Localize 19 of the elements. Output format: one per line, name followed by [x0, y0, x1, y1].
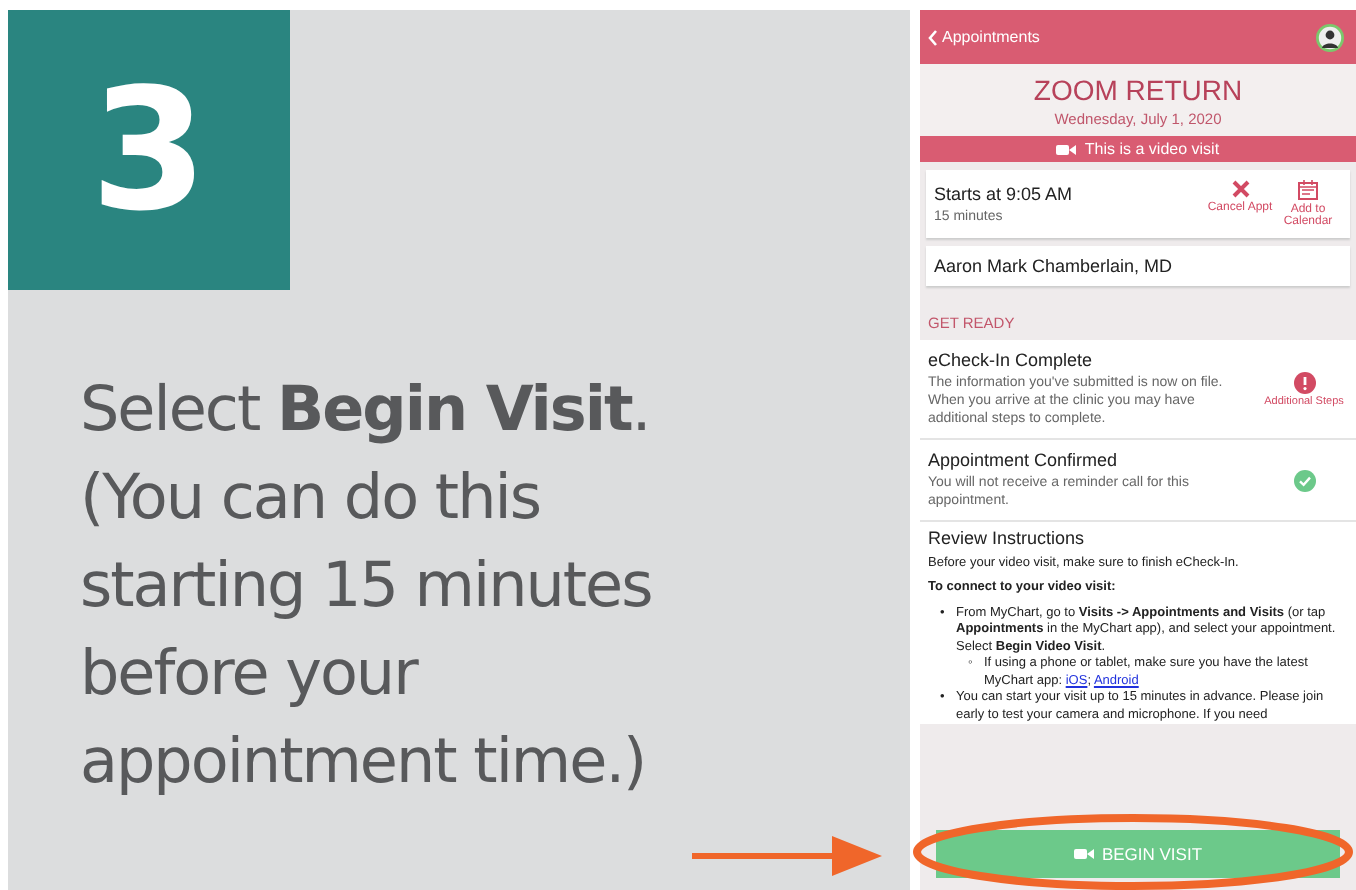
step-number: 3: [8, 10, 290, 290]
chevron-left-icon: [928, 29, 938, 45]
start-time: Starts at 9:05 AM: [934, 183, 1073, 203]
video-camera-icon: [1056, 143, 1077, 155]
task-title: eCheck-In Complete: [928, 350, 1095, 370]
avatar-icon[interactable]: [1316, 23, 1344, 51]
back-link[interactable]: Appointments: [928, 28, 1040, 46]
instructions-title: Review Instructions: [928, 530, 1087, 547]
video-camera-icon: [1073, 848, 1094, 860]
instruction-text: Select Begin Visit. (You can do this starting 15 minutes before your appointment time.): [80, 372, 654, 802]
appointment-title: ZOOM RETURN: [1033, 74, 1243, 106]
check-icon: [1293, 469, 1315, 491]
banner-text: This is a video visit: [1084, 140, 1220, 158]
calendar-icon: [1298, 180, 1318, 200]
arrow-icon: [692, 832, 882, 880]
info-icon: [1293, 371, 1315, 393]
close-icon: [1231, 180, 1249, 198]
task-title: Appointment Confirmed: [928, 450, 1120, 470]
provider-name: Aaron Mark Chamberlain, MD: [934, 256, 1173, 276]
